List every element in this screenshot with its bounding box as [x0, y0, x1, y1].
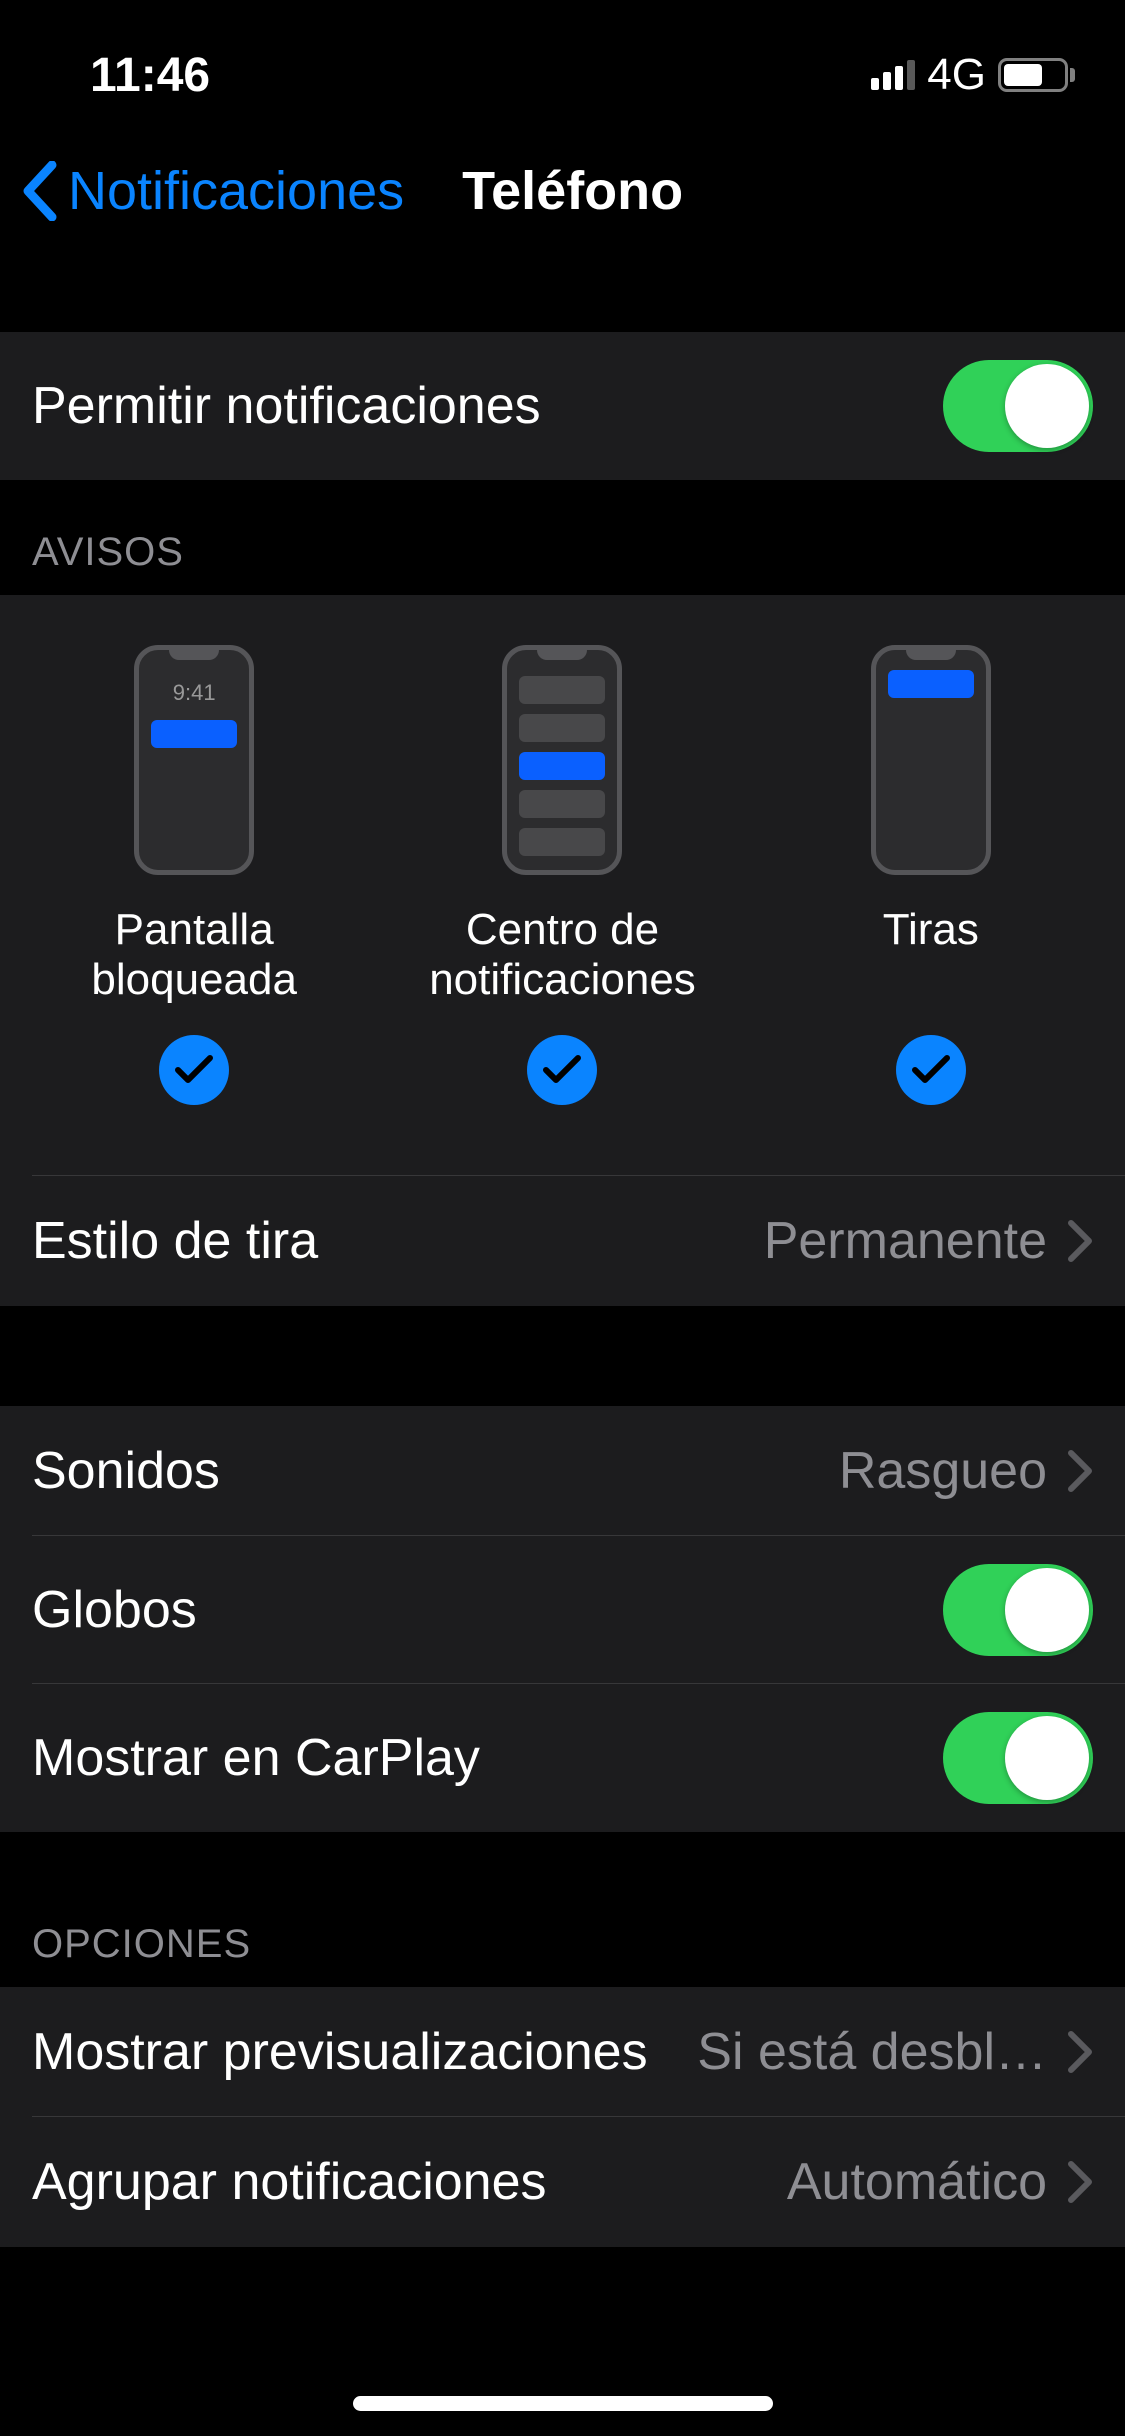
notification-center-checkmark[interactable] [527, 1035, 597, 1105]
show-previews-value: Si está desbl… [697, 2022, 1047, 2082]
lock-screen-label: Pantalla bloqueada [12, 905, 377, 1015]
lock-screen-preview-icon: 9:41 [134, 645, 254, 875]
notification-options-group: Sonidos Rasgueo Globos Mostrar en CarPla… [0, 1406, 1125, 1832]
chevron-right-icon [1067, 2160, 1093, 2204]
badges-label: Globos [32, 1580, 197, 1640]
banner-style-cell[interactable]: Estilo de tira Permanente [0, 1176, 1125, 1306]
alerts-section-header: AVISOS [0, 480, 1125, 595]
sounds-cell[interactable]: Sonidos Rasgueo [0, 1406, 1125, 1536]
alerts-section: 9:41 Pantalla bloqueada Centro de notifi… [0, 595, 1125, 1306]
carplay-switch[interactable] [943, 1712, 1093, 1804]
banner-style-value: Permanente [764, 1211, 1047, 1271]
allow-notifications-group: Permitir notificaciones [0, 332, 1125, 480]
alert-style-lock-screen[interactable]: 9:41 Pantalla bloqueada [12, 645, 377, 1105]
badges-cell: Globos [0, 1536, 1125, 1684]
banner-style-label: Estilo de tira [32, 1211, 318, 1271]
badges-switch[interactable] [943, 1564, 1093, 1656]
options-section-header: OPCIONES [0, 1832, 1125, 1987]
notification-grouping-cell[interactable]: Agrupar notificaciones Automático [0, 2117, 1125, 2247]
options-group: Mostrar previsualizaciones Si está desbl… [0, 1987, 1125, 2247]
chevron-right-icon [1067, 1219, 1093, 1263]
notification-center-label: Centro de notificaciones [380, 905, 745, 1015]
notification-grouping-label: Agrupar notificaciones [32, 2152, 547, 2212]
banners-label: Tiras [873, 905, 989, 1015]
banners-preview-icon [871, 645, 991, 875]
allow-notifications-switch[interactable] [943, 360, 1093, 452]
home-indicator[interactable] [353, 2396, 773, 2411]
chevron-right-icon [1067, 1449, 1093, 1493]
battery-icon [998, 58, 1075, 92]
nav-bar: Notificaciones Teléfono [0, 130, 1125, 262]
show-previews-label: Mostrar previsualizaciones [32, 2022, 648, 2082]
sounds-label: Sonidos [32, 1441, 220, 1501]
banners-checkmark[interactable] [896, 1035, 966, 1105]
alert-style-notification-center[interactable]: Centro de notificaciones [380, 645, 745, 1105]
notification-grouping-value: Automático [787, 2152, 1047, 2212]
page-title: Teléfono [462, 160, 683, 222]
alert-style-banners[interactable]: Tiras [749, 645, 1114, 1105]
chevron-right-icon [1067, 2030, 1093, 2074]
notification-center-preview-icon [502, 645, 622, 875]
status-bar: 11:46 4G [0, 0, 1125, 130]
status-time: 11:46 [90, 48, 210, 103]
network-type: 4G [927, 50, 986, 100]
allow-notifications-label: Permitir notificaciones [32, 376, 541, 436]
status-indicators: 4G [871, 50, 1075, 100]
carplay-cell: Mostrar en CarPlay [0, 1684, 1125, 1832]
lock-screen-checkmark[interactable] [159, 1035, 229, 1105]
show-previews-cell[interactable]: Mostrar previsualizaciones Si está desbl… [0, 1987, 1125, 2117]
back-button[interactable]: Notificaciones [68, 160, 404, 222]
chevron-left-icon[interactable] [20, 161, 60, 221]
carplay-label: Mostrar en CarPlay [32, 1728, 480, 1788]
signal-icon [871, 60, 915, 90]
allow-notifications-cell: Permitir notificaciones [0, 332, 1125, 480]
sounds-value: Rasgueo [839, 1441, 1047, 1501]
